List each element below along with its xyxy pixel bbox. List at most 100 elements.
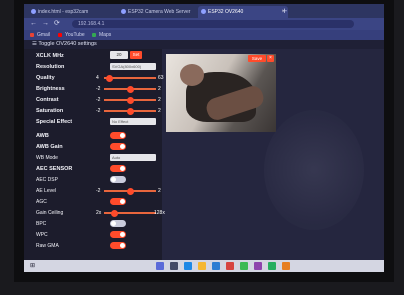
- tab-label: index.html - esp32cam: [38, 9, 89, 15]
- agc-toggle[interactable]: [110, 198, 126, 205]
- tab-1[interactable]: index.html - esp32cam: [28, 6, 126, 18]
- bookmark-gmail[interactable]: Gmail: [30, 30, 50, 40]
- bpc-toggle[interactable]: [110, 220, 126, 227]
- back-arrow-icon[interactable]: ←: [30, 19, 37, 29]
- bookmark-youtube[interactable]: YouTube: [58, 30, 85, 40]
- folder-icon[interactable]: [198, 262, 206, 270]
- xclk-row: XCLK MHz 20 Set: [24, 51, 162, 61]
- wb-mode-select[interactable]: Auto: [110, 154, 156, 161]
- wpc-label: WPC: [36, 232, 48, 238]
- aec-sensor-toggle[interactable]: [110, 165, 126, 172]
- aec-dsp-label: AEC DSP: [36, 177, 58, 183]
- contrast-slider[interactable]: [104, 96, 156, 104]
- slider-knob[interactable]: [126, 107, 134, 115]
- tab-favicon-icon: [121, 9, 126, 14]
- aec-dsp-toggle[interactable]: [110, 176, 126, 183]
- gain-ceiling-max: 128x: [154, 210, 165, 216]
- quality-slider[interactable]: [104, 74, 156, 82]
- saturation-slider[interactable]: [104, 107, 156, 115]
- slider-knob[interactable]: [105, 74, 113, 82]
- agc-row: AGC: [24, 197, 162, 207]
- aec-sensor-row: AEC SENSOR: [24, 164, 162, 174]
- raw-gma-toggle[interactable]: [110, 242, 126, 249]
- brightness-max: 2: [158, 86, 161, 92]
- screen: index.html - esp32cam ESP32 Camera Web S…: [24, 4, 384, 272]
- screen-glare: [264, 110, 364, 230]
- camera-stream: [166, 54, 276, 132]
- bookmark-label: Maps: [99, 32, 112, 38]
- slider-knob[interactable]: [126, 96, 134, 104]
- ae-level-min: -2: [96, 188, 101, 194]
- contrast-min: -2: [96, 97, 101, 103]
- stream-face: [180, 64, 204, 86]
- brightness-slider[interactable]: [104, 85, 156, 93]
- settings-panel: XCLK MHz 20 Set Resolution SVGA(800x600)…: [24, 49, 165, 260]
- gain-ceiling-label: Gain Ceiling: [36, 210, 64, 216]
- bookmark-label: Gmail: [37, 32, 51, 38]
- bookmark-maps[interactable]: Maps: [92, 30, 111, 40]
- wb-mode-label: WB Mode: [36, 155, 58, 161]
- bpc-row: BPC: [24, 219, 162, 229]
- ae-level-row: AE Level -2 2: [24, 186, 162, 196]
- address-bar: ← → ⟳ 192.168.4.1: [24, 18, 384, 30]
- xclk-input[interactable]: 20: [110, 51, 128, 59]
- xclk-set-button[interactable]: Set: [130, 51, 142, 59]
- forward-arrow-icon[interactable]: →: [42, 19, 49, 29]
- settings-toggle[interactable]: ☰ Toggle OV2640 settings: [24, 40, 384, 49]
- aec-dsp-row: AEC DSP: [24, 175, 162, 185]
- new-tab-button[interactable]: +: [282, 6, 287, 16]
- tab-3[interactable]: ESP32 OV2640 ×: [198, 6, 288, 18]
- wb-mode-row: WB Mode Auto: [24, 153, 162, 163]
- app-icon[interactable]: [282, 262, 290, 270]
- contrast-max: 2: [158, 97, 161, 103]
- quality-min: 4: [96, 75, 99, 81]
- ae-level-slider[interactable]: [104, 187, 156, 195]
- resolution-select[interactable]: SVGA(800x600): [110, 63, 156, 70]
- search-icon[interactable]: [156, 262, 164, 270]
- close-stream-button[interactable]: ×: [267, 55, 274, 62]
- bookmark-label: YouTube: [65, 32, 85, 38]
- wpc-row: WPC: [24, 230, 162, 240]
- saturation-row: Saturation -2 2: [24, 106, 162, 116]
- quality-max: 63: [158, 75, 164, 81]
- monitor-frame: index.html - esp32cam ESP32 Camera Web S…: [14, 0, 394, 282]
- start-icon[interactable]: ⊞: [30, 260, 35, 272]
- slider-knob[interactable]: [110, 209, 118, 217]
- taskbar: ⊞: [24, 260, 384, 272]
- saturation-label: Saturation: [36, 108, 64, 114]
- special-effect-select[interactable]: No Effect: [110, 118, 156, 125]
- special-effect-row: Special Effect No Effect: [24, 117, 162, 127]
- awb-gain-label: AWB Gain: [36, 144, 63, 150]
- tab-2[interactable]: ESP32 Camera Web Server: [118, 6, 206, 18]
- reload-icon[interactable]: ⟳: [54, 19, 60, 29]
- awb-gain-toggle[interactable]: [110, 143, 126, 150]
- awb-row: AWB: [24, 131, 162, 141]
- bpc-label: BPC: [36, 221, 47, 227]
- wpc-toggle[interactable]: [110, 231, 126, 238]
- url-input[interactable]: 192.168.4.1: [72, 20, 354, 28]
- special-effect-label: Special Effect: [36, 119, 73, 125]
- gain-ceiling-slider[interactable]: [104, 209, 156, 217]
- slider-knob[interactable]: [126, 85, 134, 93]
- store-icon[interactable]: [212, 262, 220, 270]
- task-view-icon[interactable]: [170, 262, 178, 270]
- tab-favicon-icon: [31, 9, 36, 14]
- ae-level-label: AE Level: [36, 188, 57, 194]
- app-icon[interactable]: [226, 262, 234, 270]
- maps-icon: [92, 33, 96, 37]
- slider-knob[interactable]: [126, 187, 134, 195]
- app-icon[interactable]: [268, 262, 276, 270]
- edge-icon[interactable]: [184, 262, 192, 270]
- chrome-icon[interactable]: [240, 262, 248, 270]
- tab-favicon-icon: [201, 9, 206, 14]
- tab-label: ESP32 OV2640: [208, 9, 244, 15]
- brightness-label: Brightness: [36, 86, 65, 92]
- contrast-row: Contrast -2 2: [24, 95, 162, 105]
- save-button[interactable]: Save: [248, 55, 266, 62]
- aec-sensor-label: AEC SENSOR: [36, 166, 73, 172]
- app-icon[interactable]: [254, 262, 262, 270]
- youtube-icon: [58, 33, 62, 37]
- awb-toggle[interactable]: [110, 132, 126, 139]
- xclk-label: XCLK MHz: [36, 53, 64, 59]
- quality-row: Quality 4 63: [24, 73, 164, 83]
